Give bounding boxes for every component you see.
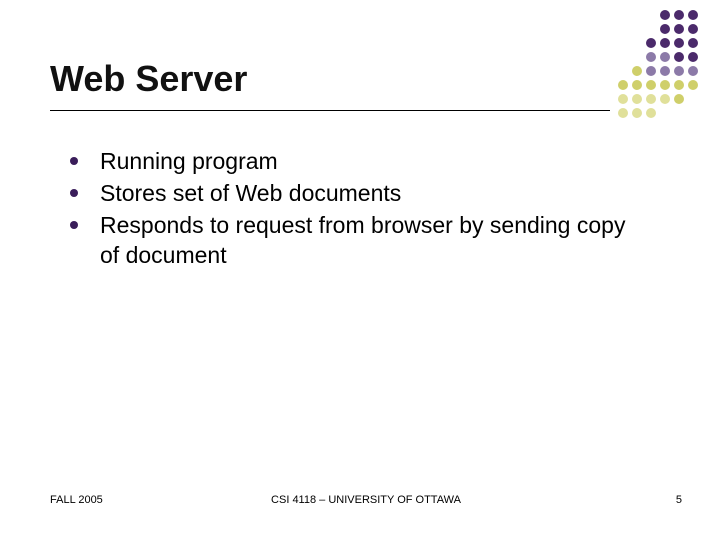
- bullet-list: Running program Stores set of Web docume…: [70, 146, 650, 272]
- list-item: Running program: [70, 146, 650, 176]
- list-item: Responds to request from browser by send…: [70, 210, 650, 270]
- slide: Web Server Running program Stores set of…: [0, 0, 720, 540]
- list-item: Stores set of Web documents: [70, 178, 650, 208]
- slide-title: Web Server: [50, 58, 247, 100]
- list-item-text: Responds to request from browser by send…: [100, 210, 650, 270]
- bullet-icon: [70, 189, 78, 197]
- footer: FALL 2005 CSI 4118 – UNIVERSITY OF OTTAW…: [50, 494, 682, 506]
- bullet-icon: [70, 221, 78, 229]
- bullet-icon: [70, 157, 78, 165]
- list-item-text: Stores set of Web documents: [100, 178, 401, 208]
- footer-left: FALL 2005: [50, 494, 103, 506]
- decorative-dot-grid: [618, 10, 702, 122]
- list-item-text: Running program: [100, 146, 278, 176]
- title-underline: [50, 110, 610, 111]
- footer-page-number: 5: [676, 494, 682, 506]
- footer-center: CSI 4118 – UNIVERSITY OF OTTAWA: [50, 494, 682, 506]
